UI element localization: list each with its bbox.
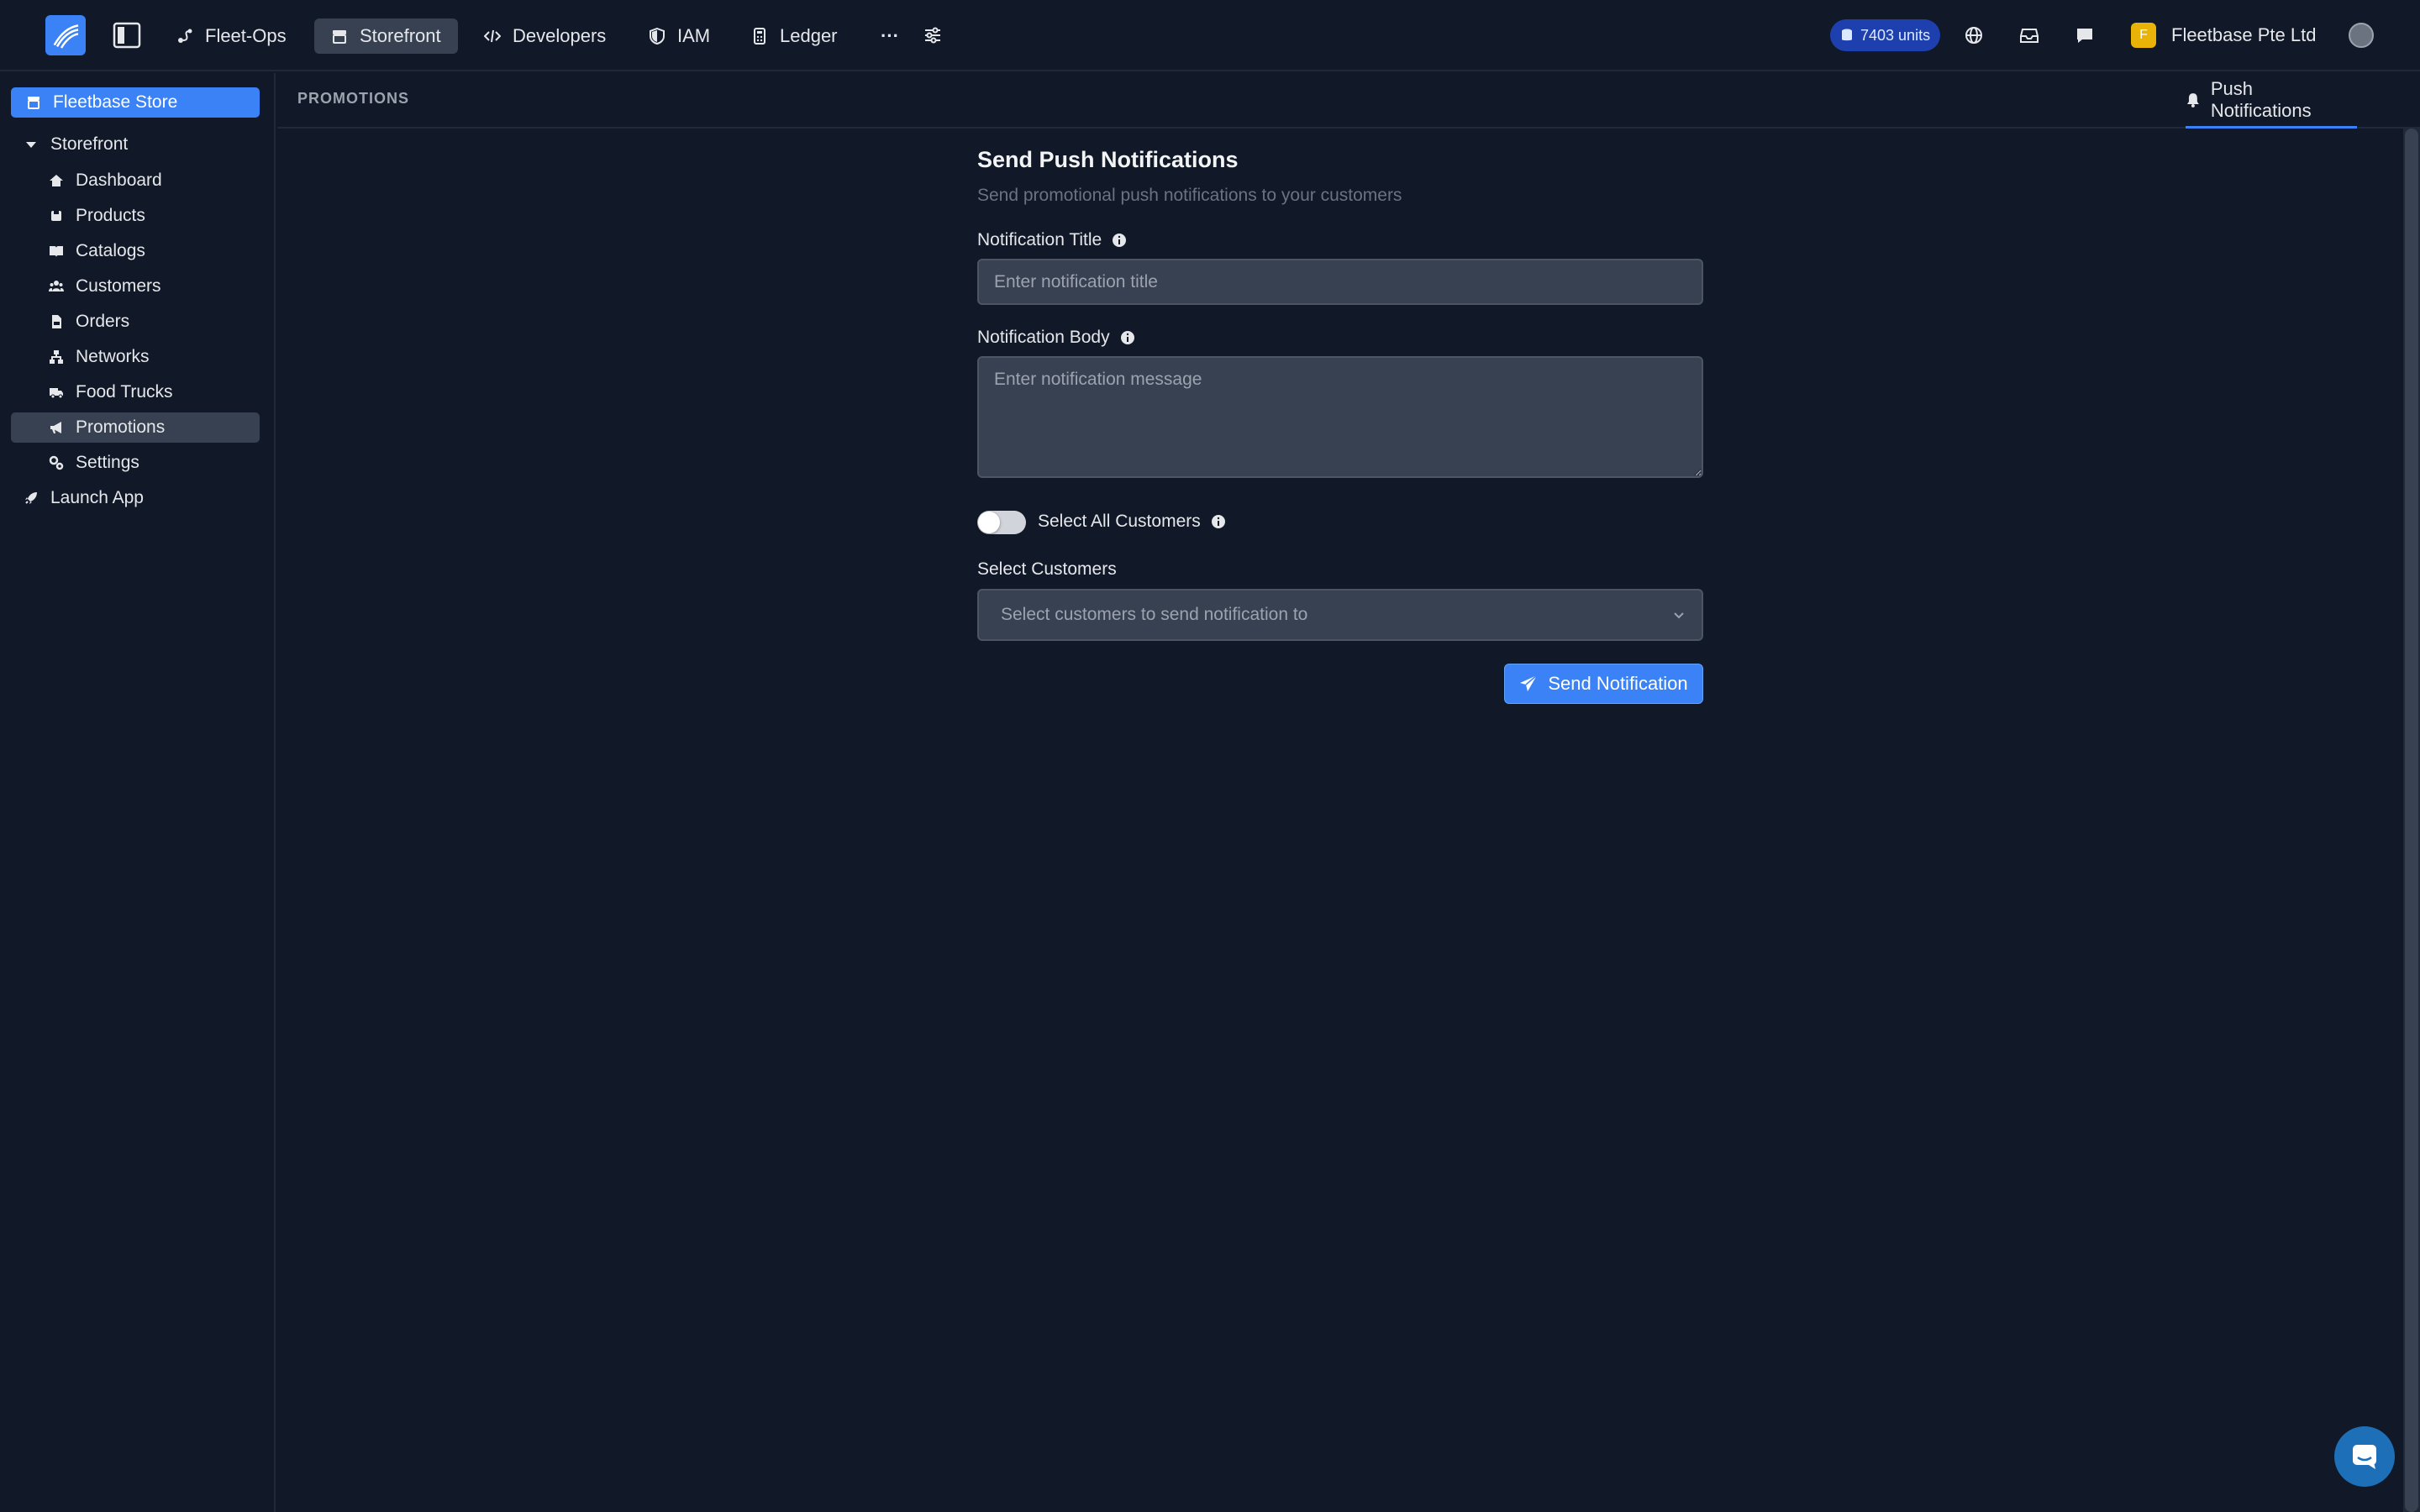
shield-icon [650,28,665,45]
sidebar-item-label: Promotions [76,417,166,437]
nav-storefront[interactable]: Storefront [314,18,458,54]
notification-title-label: Notification Title [977,230,1127,250]
sidebar-item-label: Products [76,206,145,225]
truck-icon [50,388,63,399]
select-customers-dropdown[interactable]: Select customers to send notification to [977,589,1703,641]
notification-title-input[interactable] [977,259,1703,305]
store-icon [28,97,39,109]
box-icon [51,211,61,221]
sidebar-toggle-icon[interactable] [113,22,141,49]
nav-developers-label: Developers [513,25,607,46]
select-customers-placeholder: Select customers to send notification to [1001,605,1308,624]
scrollbar-thumb[interactable] [2405,129,2418,1512]
inbox-icon[interactable] [2014,20,2044,50]
chat-icon[interactable] [2070,20,2100,50]
sidebar-item-settings[interactable]: Settings [11,448,260,478]
nav-more-button[interactable]: ··· [864,18,916,54]
sidebar-item-dashboard[interactable]: Dashboard [11,165,260,196]
user-avatar[interactable] [2349,23,2374,48]
sidebar-item-promotions[interactable]: Promotions [11,412,260,443]
globe-icon[interactable] [1959,20,1989,50]
network-icon [50,350,63,364]
tab-label: Push Notifications [2210,77,2312,121]
chevron-down-icon [1674,612,1684,619]
book-open-icon [50,246,63,257]
sidebar-item-label: Catalogs [76,241,145,260]
more-icon: ··· [881,25,899,46]
toggle-knob [978,512,1000,533]
select-all-customers-label-text: Select All Customers [1038,512,1201,531]
info-icon[interactable] [1112,233,1127,248]
store-icon [333,30,346,44]
send-notification-button[interactable]: Send Notification [1504,664,1703,704]
sidebar-launch-app[interactable]: Launch App [24,483,144,513]
database-icon [1842,29,1852,41]
sidebar-item-food-trucks[interactable]: Food Trucks [11,377,260,407]
form-title: Send Push Notifications [977,147,1239,172]
info-icon[interactable] [1120,330,1135,345]
notification-body-label: Notification Body [977,328,1135,348]
sidebar-item-label: Customers [76,276,161,296]
calculator-icon [754,28,765,45]
content-header: PROMOTIONS Push Notifications [277,73,2420,129]
notification-body-label-text: Notification Body [977,328,1110,347]
sidebar-item-products[interactable]: Products [11,201,260,231]
select-customers-label: Select Customers [977,559,1117,580]
info-icon[interactable] [1211,514,1226,529]
organization-avatar: F [2131,23,2156,48]
sidebar-item-networks[interactable]: Networks [11,342,260,372]
sidebar-item-customers[interactable]: Customers [11,271,260,302]
notification-body-textarea[interactable] [977,356,1703,478]
breadcrumb: PROMOTIONS [297,90,410,107]
sidebar-item-catalogs[interactable]: Catalogs [11,236,260,266]
sidebar-item-orders[interactable]: Orders [11,307,260,337]
users-icon [49,281,64,291]
chat-bubble-icon [2353,1445,2376,1469]
tab-push-notifications[interactable]: Push Notifications [2186,73,2357,129]
organization-switcher[interactable]: F Fleetbase Pte Ltd [2131,20,2316,50]
top-navigation-bar: Fleet-Ops Storefront Developers IAM Ledg… [0,0,2420,71]
route-icon [178,29,192,43]
caret-down-icon [26,142,36,148]
select-all-customers-label: Select All Customers [1038,512,1226,532]
select-customers-label-text: Select Customers [977,559,1117,579]
fleetbase-logo[interactable] [45,15,86,55]
sidebar: Fleetbase Store Storefront Dashboard Pro… [0,73,276,1512]
home-icon [50,175,63,186]
form-subtitle: Send promotional push notifications to y… [977,186,1402,205]
bell-icon [2186,92,2199,108]
sidebar-item-label: Orders [76,312,130,331]
send-notification-label: Send Notification [1548,673,1688,694]
select-all-customers-toggle[interactable] [977,511,1026,534]
nav-developers[interactable]: Developers [467,18,623,54]
notification-title-label-text: Notification Title [977,230,1102,249]
sidebar-item-label: Networks [76,347,150,366]
sidebar-section-storefront[interactable]: Storefront [24,129,128,160]
file-invoice-icon [52,315,61,328]
rocket-icon [25,492,37,504]
organization-name: Fleetbase Pte Ltd [2171,24,2317,45]
sidebar-item-label: Dashboard [76,171,162,190]
units-badge[interactable]: 7403 units [1830,19,1941,51]
sidebar-item-label: Settings [76,453,139,472]
nav-storefront-label: Storefront [360,25,441,46]
nav-fleet-ops[interactable]: Fleet-Ops [160,18,303,54]
sidebar-item-label: Food Trucks [76,382,173,402]
support-chat-launcher[interactable] [2334,1426,2395,1487]
sidebar-launch-label: Launch App [50,488,144,507]
nav-ledger-label: Ledger [780,25,838,46]
cogs-icon [49,455,64,470]
megaphone-icon [50,422,61,433]
sidebar-section-label: Storefront [50,134,129,154]
nav-iam-label: IAM [677,25,711,46]
store-switcher-label: Fleetbase Store [53,92,178,112]
code-icon [484,29,501,43]
units-badge-text: 7403 units [1860,26,1931,44]
paper-plane-icon [1520,675,1538,691]
nav-fleet-ops-label: Fleet-Ops [205,25,287,46]
nav-ledger[interactable]: Ledger [734,18,855,54]
store-switcher-button[interactable]: Fleetbase Store [11,87,260,118]
settings-sliders-icon[interactable] [918,20,948,50]
nav-iam[interactable]: IAM [632,18,727,54]
